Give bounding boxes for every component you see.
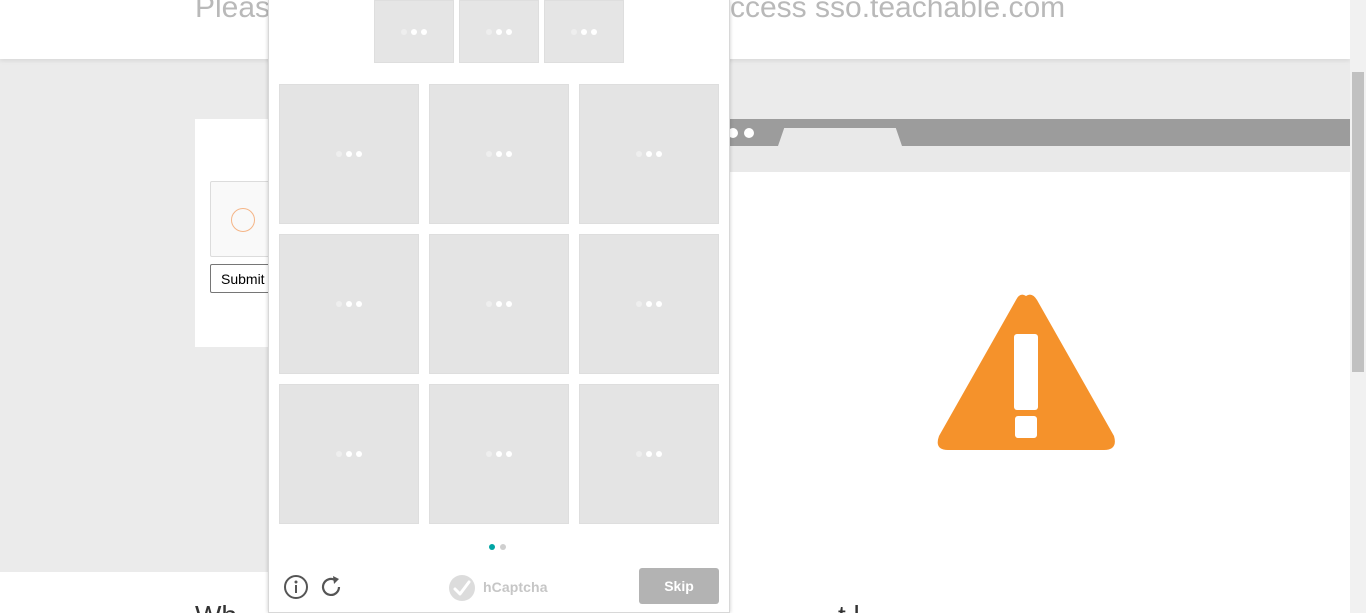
- pager-dot[interactable]: [489, 544, 495, 550]
- pager-dot[interactable]: [500, 544, 506, 550]
- challenge-tile[interactable]: [429, 234, 569, 374]
- loading-dots-icon: [486, 151, 512, 157]
- challenge-tile[interactable]: [579, 84, 719, 224]
- loading-dots-icon: [636, 451, 662, 457]
- refresh-icon[interactable]: [318, 574, 344, 600]
- page-scrollbar-thumb[interactable]: [1352, 72, 1364, 372]
- browser-tab-shape: [778, 128, 902, 146]
- loading-dots-icon: [336, 301, 362, 307]
- loading-dots-icon: [486, 28, 512, 35]
- loading-dots-icon: [336, 151, 362, 157]
- page-bottom-text-left: Wh: [195, 600, 237, 613]
- info-icon[interactable]: [283, 574, 309, 600]
- challenge-pager: [489, 544, 506, 550]
- browser-illustration-frame: [700, 119, 1350, 172]
- skip-button[interactable]: Skip: [639, 568, 719, 604]
- warning-icon: [937, 294, 1115, 450]
- verification-form: Submit: [195, 119, 280, 347]
- loading-dots-icon: [571, 28, 597, 35]
- loading-dots-icon: [486, 451, 512, 457]
- example-image: [374, 0, 454, 63]
- challenge-tile[interactable]: [279, 384, 419, 524]
- hcaptcha-challenge: hCaptcha Skip: [268, 0, 730, 613]
- challenge-grid: [279, 84, 719, 524]
- hcaptcha-brand-label: hCaptcha: [483, 579, 548, 595]
- loading-dots-icon: [636, 301, 662, 307]
- hcaptcha-logo-icon: [449, 575, 475, 601]
- browser-illustration-bar: [700, 119, 1350, 146]
- example-image: [544, 0, 624, 63]
- loading-dots-icon: [486, 301, 512, 307]
- challenge-tile[interactable]: [279, 234, 419, 374]
- hcaptcha-brand[interactable]: hCaptcha: [447, 573, 557, 603]
- example-images: [374, 0, 624, 63]
- page-headline-right: ccess sso.teachable.com: [730, 0, 1066, 24]
- loading-dots-icon: [336, 451, 362, 457]
- challenge-tile[interactable]: [279, 84, 419, 224]
- example-image: [459, 0, 539, 63]
- page-bottom-text-right: t l ... ... ... ... ...: [838, 600, 1015, 613]
- challenge-tile[interactable]: [429, 84, 569, 224]
- loading-dots-icon: [401, 28, 427, 35]
- challenge-tile[interactable]: [579, 384, 719, 524]
- challenge-tile[interactable]: [429, 384, 569, 524]
- challenge-tile[interactable]: [579, 234, 719, 374]
- loading-dots-icon: [636, 151, 662, 157]
- captcha-spinner-icon: [231, 208, 255, 232]
- browser-dot-icon: [744, 128, 754, 138]
